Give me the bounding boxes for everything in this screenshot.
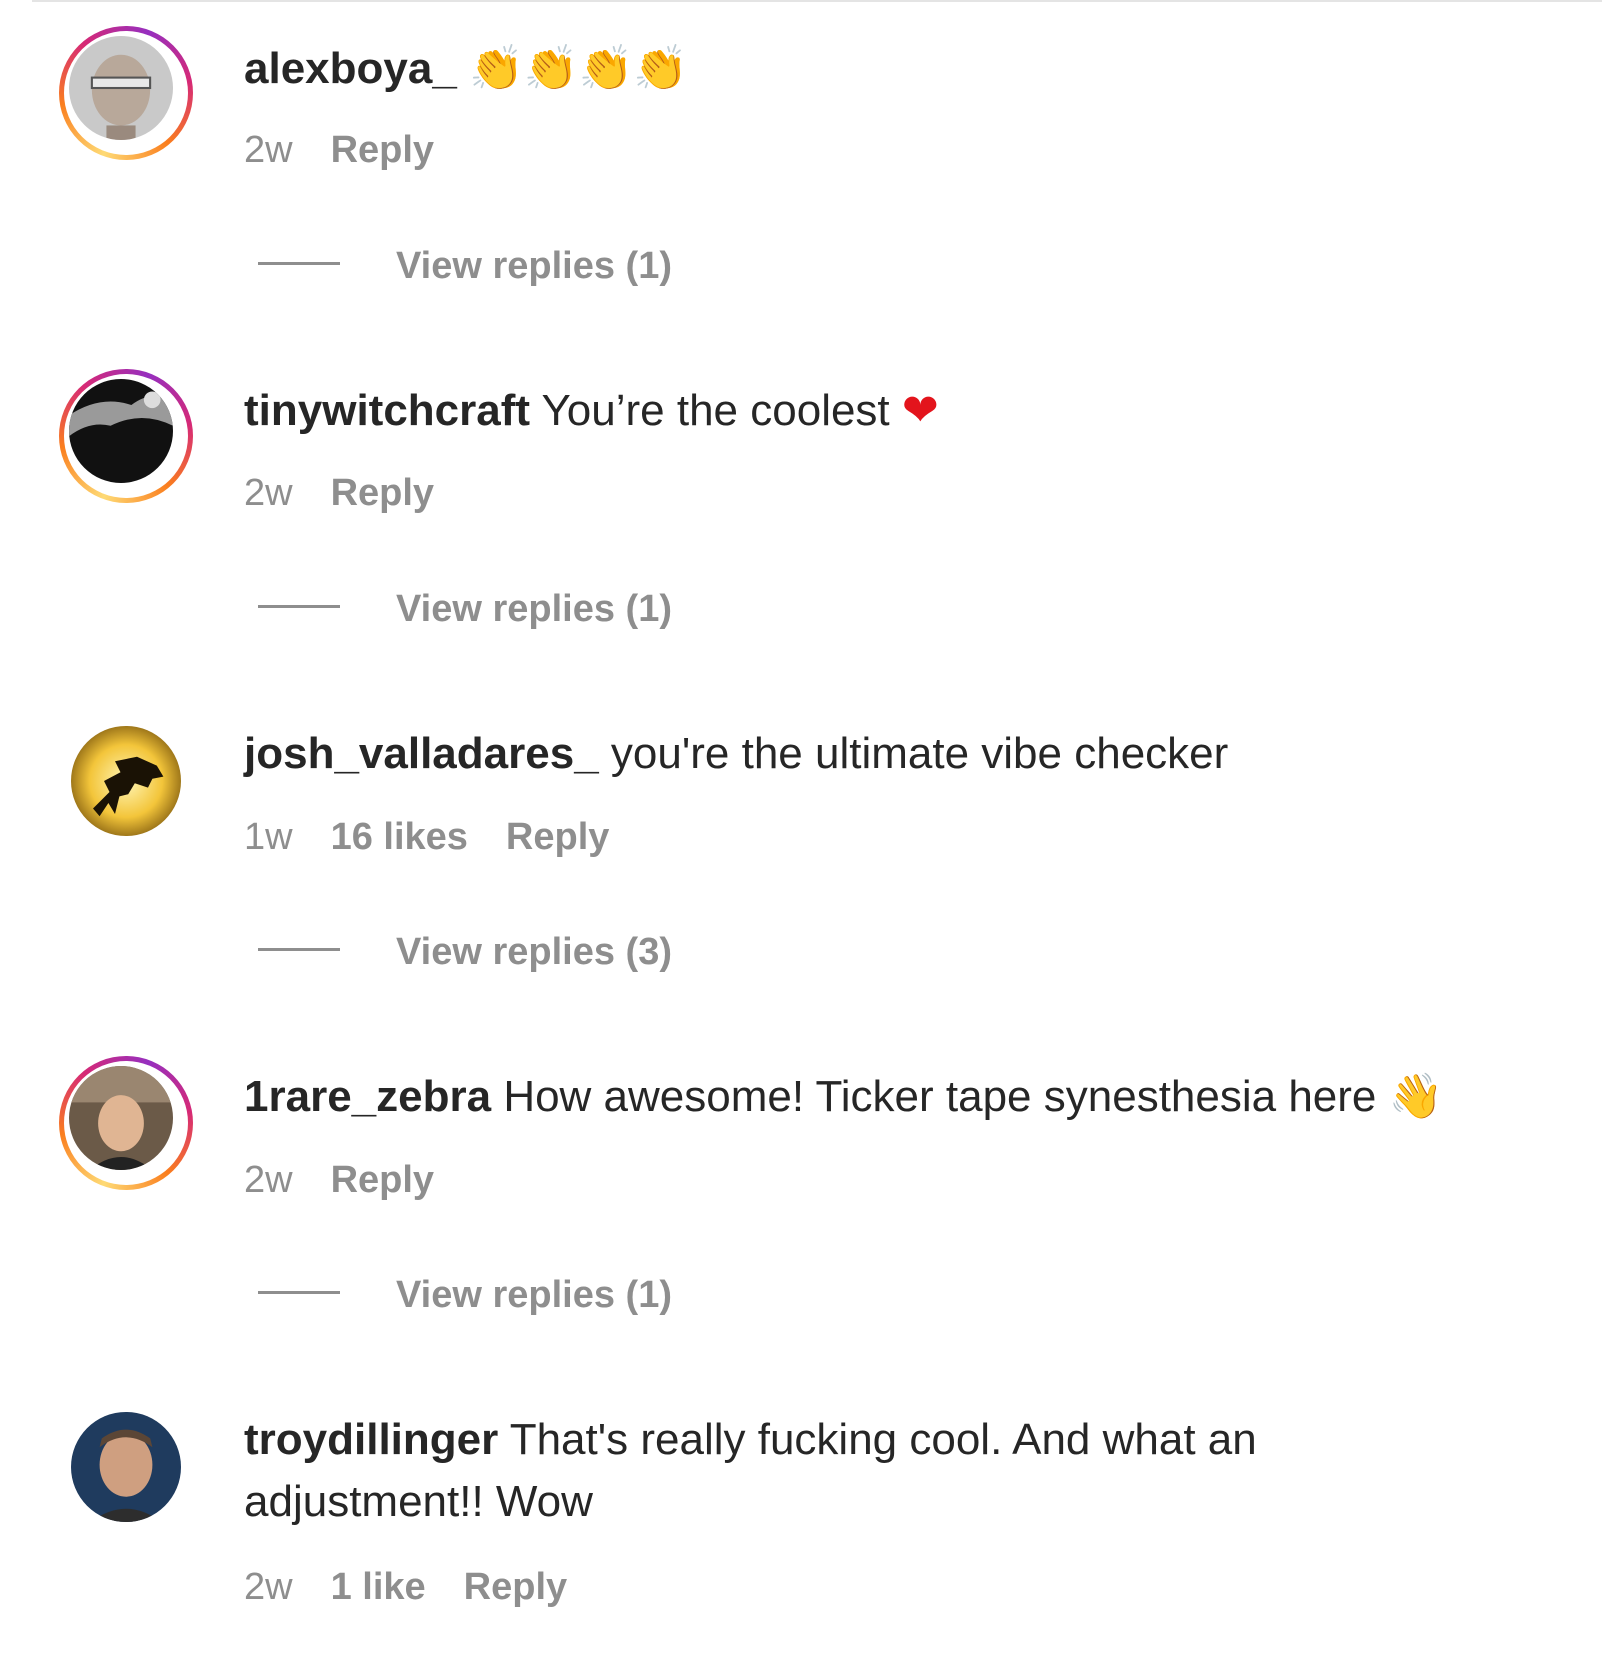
view-replies-label: View replies (1) (396, 245, 672, 287)
comment-timestamp[interactable]: 2w (244, 1159, 293, 1201)
profile-photo-icon (69, 36, 173, 140)
avatar[interactable] (59, 1400, 193, 1534)
comment-meta: 2w Reply (244, 1158, 472, 1202)
view-replies-label: View replies (3) (396, 931, 672, 973)
wave-emoji-icon: 👋 (1388, 1071, 1444, 1122)
comment-body: tinywitchcraft You’re the coolest ❤ (244, 380, 1562, 442)
reply-button[interactable]: Reply (506, 816, 609, 858)
view-replies-label: View replies (1) (396, 1274, 672, 1316)
comment-username[interactable]: 1rare_zebra (244, 1072, 491, 1121)
view-replies-button[interactable]: View replies (1) (258, 1273, 672, 1317)
replies-dash (258, 605, 340, 609)
reply-button[interactable]: Reply (331, 472, 434, 514)
avatar[interactable] (59, 1056, 193, 1190)
view-replies-button[interactable]: View replies (1) (258, 587, 672, 631)
comment-meta: 2w Reply (244, 128, 472, 172)
comment-timestamp[interactable]: 2w (244, 129, 293, 171)
reply-button[interactable]: Reply (331, 129, 434, 171)
top-divider (32, 0, 1602, 2)
profile-photo-icon (69, 1066, 173, 1170)
comment-meta: 2w 1 like Reply (244, 1565, 605, 1609)
avatar[interactable] (59, 714, 193, 848)
replies-dash (258, 1291, 340, 1295)
likes-count[interactable]: 16 likes (331, 816, 468, 858)
comment-body: alexboya_ 👏👏👏👏 (244, 38, 1562, 100)
comment-username[interactable]: josh_valladares_ (244, 729, 599, 778)
comment-body: 1rare_zebra How awesome! Ticker tape syn… (244, 1066, 1562, 1128)
view-replies-label: View replies (1) (396, 588, 672, 630)
profile-photo-icon (69, 379, 173, 483)
avatar[interactable] (59, 369, 193, 503)
profile-photo-icon (71, 1412, 181, 1522)
comment-timestamp[interactable]: 1w (244, 816, 293, 858)
avatar[interactable] (59, 26, 193, 160)
comment-text: you're the ultimate vibe checker (610, 729, 1229, 778)
comment-meta: 1w 16 likes Reply (244, 815, 647, 859)
dinosaur-logo-icon (71, 726, 181, 836)
comment-text: How awesome! Ticker tape synesthesia her… (503, 1072, 1377, 1121)
clap-emoji-icon: 👏👏👏👏 (469, 43, 689, 94)
likes-count[interactable]: 1 like (331, 1566, 426, 1608)
comment-body: josh_valladares_ you're the ultimate vib… (244, 723, 1562, 785)
reply-button[interactable]: Reply (464, 1566, 567, 1608)
comment-timestamp[interactable]: 2w (244, 1566, 293, 1608)
reply-button[interactable]: Reply (331, 1159, 434, 1201)
comment-text: You’re the coolest (541, 386, 890, 435)
comment-meta: 2w Reply (244, 471, 472, 515)
comment-username[interactable]: alexboya_ (244, 44, 457, 93)
replies-dash (258, 948, 340, 952)
comment-username[interactable]: troydillinger (244, 1415, 498, 1464)
replies-dash (258, 262, 340, 266)
comment-timestamp[interactable]: 2w (244, 472, 293, 514)
comment-body: troydillinger That's really fucking cool… (244, 1409, 1362, 1533)
heart-emoji-icon: ❤ (901, 385, 939, 436)
view-replies-button[interactable]: View replies (1) (258, 244, 672, 288)
view-replies-button[interactable]: View replies (3) (258, 930, 672, 974)
comment-username[interactable]: tinywitchcraft (244, 386, 530, 435)
